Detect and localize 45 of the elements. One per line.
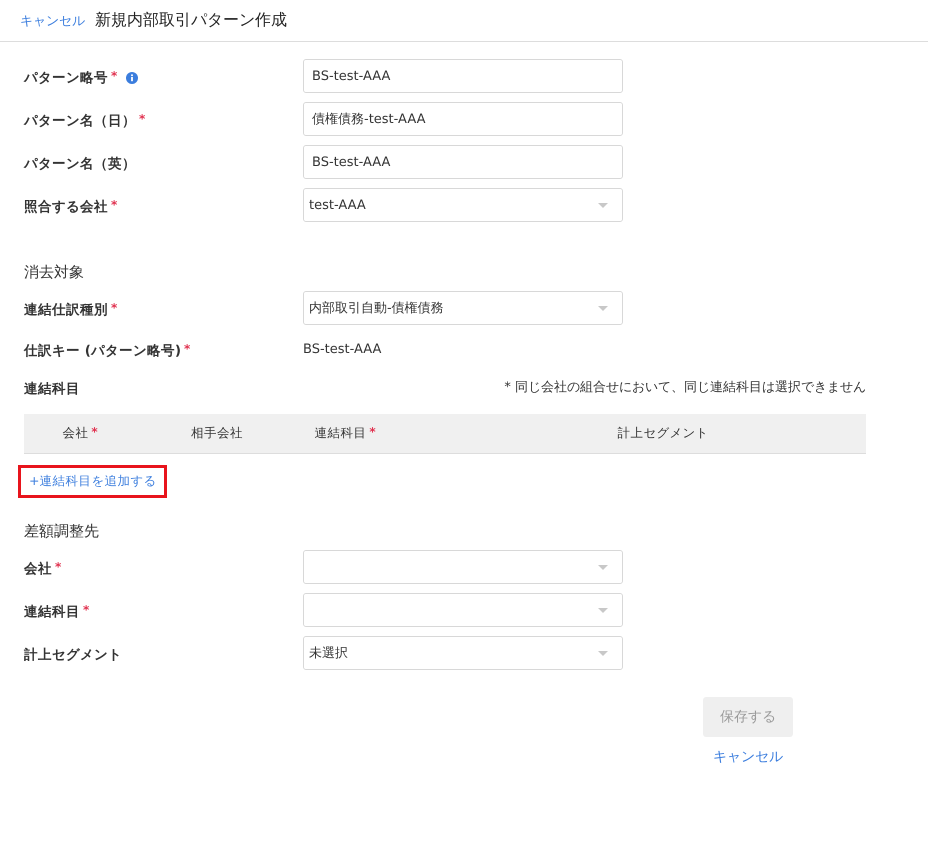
note-text: * 同じ会社の組合せにおいて、同じ連結科目は選択できません [504, 379, 866, 396]
dropdown[interactable] [303, 550, 623, 584]
page-title: 新規内部取引パターン作成 [95, 10, 287, 31]
dropdown[interactable]: 未選択 [303, 636, 623, 670]
required-mark: * [184, 342, 190, 356]
field-label: 連結科目 [24, 603, 80, 621]
required-mark: * [111, 69, 118, 83]
section-heading: 差額調整先 [24, 522, 100, 541]
required-mark: * [111, 301, 118, 315]
required-mark: * [55, 560, 62, 574]
field-label: 計上セグメント [24, 646, 122, 664]
field-label: パターン略号 [24, 69, 108, 87]
caret-icon [598, 564, 608, 570]
cancel-link[interactable]: キャンセル [713, 748, 783, 766]
add-link[interactable]: +連結科目を追加する [18, 465, 168, 498]
caret-icon [598, 608, 608, 612]
column-header: 相手会社 [191, 425, 243, 442]
caret-icon [598, 202, 608, 208]
field-value: BS-test-AAA [303, 342, 382, 357]
required-mark: * [83, 603, 90, 617]
column-header: 計上セグメント [618, 425, 708, 442]
info-icon[interactable] [126, 72, 138, 84]
required-mark: * [111, 198, 118, 212]
caret-icon [598, 650, 608, 656]
field-label: 会社 [24, 560, 52, 578]
field-label: 照合する会社 [24, 198, 108, 216]
field-label: パターン名（英） [24, 155, 136, 173]
column-header: 連結科目 [314, 425, 366, 442]
input-field[interactable]: BS-test-AAA [303, 59, 623, 93]
required-mark: * [91, 425, 98, 439]
input-field[interactable]: BS-test-AAA [303, 145, 623, 179]
input-field[interactable]: 債権債務-test-AAA [303, 102, 623, 136]
dropdown[interactable]: test-AAA [303, 188, 623, 222]
section-heading: 消去対象 [24, 263, 85, 282]
field-label: 連結仕訳種別 [24, 301, 108, 319]
required-mark: * [139, 112, 146, 126]
caret-icon [598, 306, 608, 310]
dropdown[interactable] [303, 593, 623, 627]
field-label: パターン名（日） [24, 112, 136, 130]
required-mark: * [369, 425, 376, 439]
dropdown[interactable]: 内部取引自動-債権債務 [303, 291, 623, 325]
column-header: 会社 [62, 425, 88, 442]
field-label: 連結科目 [24, 380, 80, 398]
field-label: 仕訳キー (パターン略号) [24, 342, 182, 360]
cancel-link[interactable]: キャンセル [20, 12, 85, 30]
